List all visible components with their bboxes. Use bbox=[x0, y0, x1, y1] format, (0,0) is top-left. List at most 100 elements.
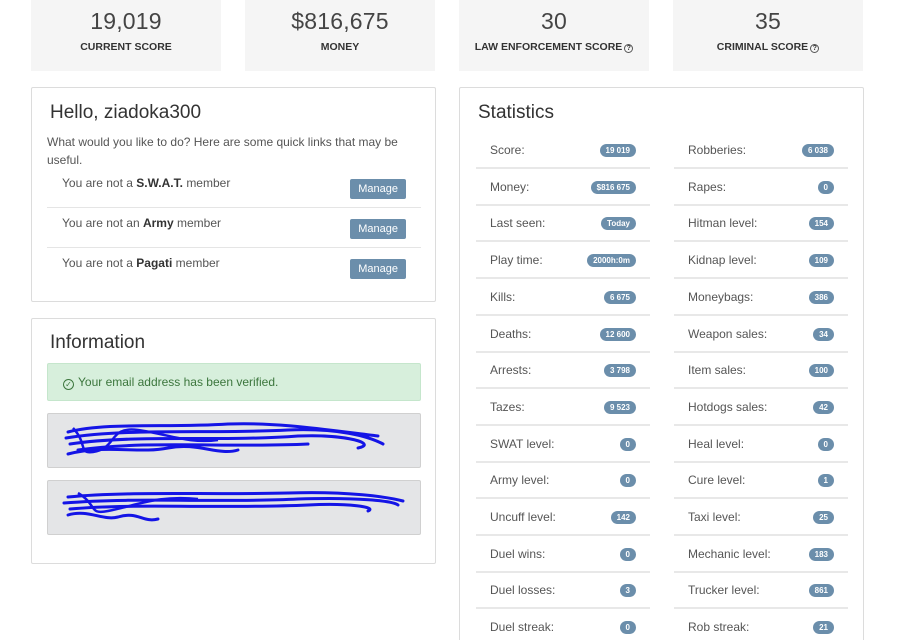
stat-row: Mechanic level: 183 bbox=[674, 536, 848, 573]
stat-row-badge: 3 798 bbox=[603, 364, 636, 378]
stat-row: Rob streak: 21 bbox=[674, 609, 848, 640]
stat-row-badge: 34 bbox=[813, 327, 834, 341]
stat-row-badge: 1 bbox=[817, 474, 834, 488]
membership-row-swat: You are not a S.W.A.T. member Manage bbox=[47, 168, 421, 208]
manage-army-button[interactable]: Manage bbox=[350, 219, 406, 239]
stat-row-label: Item sales: bbox=[688, 363, 747, 378]
hello-panel: Hello, ziadoka300 What would you like to… bbox=[31, 87, 436, 302]
stat-row: Cure level: 1 bbox=[674, 462, 848, 500]
membership-prefix: You are not a bbox=[62, 176, 133, 190]
manage-pagati-button[interactable]: Manage bbox=[350, 259, 406, 279]
stat-row: Tazes: 9 523 bbox=[476, 389, 650, 426]
information-title: Information bbox=[50, 332, 146, 353]
stat-row-badge: 0 bbox=[817, 437, 834, 451]
stat-row: Uncuff level: 142 bbox=[476, 499, 650, 536]
stat-row-label: Moneybags: bbox=[688, 289, 754, 304]
stat-row-label: Army level: bbox=[490, 473, 550, 488]
stat-row: Arrests: 3 798 bbox=[476, 352, 650, 390]
stat-label-row: CRIMINAL SCORE? bbox=[673, 41, 863, 53]
membership-group: Army bbox=[142, 216, 174, 230]
stat-card-law-enforcement-score: 30 LAW ENFORCEMENT SCORE? bbox=[459, 0, 649, 71]
manage-swat-button[interactable]: Manage bbox=[350, 179, 406, 199]
stat-row-badge: 0 bbox=[619, 621, 636, 635]
stat-row-badge: 142 bbox=[610, 511, 636, 524]
stat-row-badge: 9 523 bbox=[603, 400, 636, 414]
stat-label: LAW ENFORCEMENT SCORE bbox=[474, 41, 623, 53]
statistics-title: Statistics bbox=[478, 102, 555, 123]
membership-prefix: You are not a bbox=[62, 256, 133, 270]
stat-row-badge: 861 bbox=[808, 584, 834, 598]
stat-row-label: Mechanic level: bbox=[688, 546, 771, 561]
stat-row-badge: 42 bbox=[813, 400, 834, 414]
stat-row-badge: 3 bbox=[619, 584, 636, 598]
stat-row-label: Trucker level: bbox=[688, 583, 760, 598]
hello-intro: What would you like to do? Here are some… bbox=[47, 135, 398, 167]
stat-row-badge: 386 bbox=[808, 290, 834, 304]
help-icon[interactable]: ? bbox=[624, 44, 634, 53]
membership-text: You are not an Army member bbox=[62, 216, 221, 230]
stat-row: Taxi level: 25 bbox=[674, 499, 848, 536]
stat-row-label: Duel wins: bbox=[490, 546, 546, 561]
statistics-panel: Statistics Score: 19 019 Money: $816 675 Las… bbox=[459, 87, 864, 640]
stat-row: Kidnap level: 109 bbox=[674, 242, 848, 280]
help-icon[interactable]: ? bbox=[810, 44, 820, 53]
stat-row: Play time: 2000h:0m bbox=[476, 242, 650, 280]
stat-row-label: Uncuff level: bbox=[490, 510, 556, 524]
stat-row-label: Tazes: bbox=[490, 399, 525, 414]
scribble-redaction bbox=[64, 422, 385, 456]
stat-row-badge: Today bbox=[601, 217, 636, 231]
stat-row-label: Rob streak: bbox=[688, 620, 750, 635]
stat-row-label: Hitman level: bbox=[688, 216, 758, 231]
stat-row-label: Rapes: bbox=[688, 179, 727, 194]
stat-row-label: Duel losses: bbox=[490, 583, 556, 598]
membership-group: S.W.A.T. bbox=[136, 176, 183, 190]
stat-row-badge: 19 019 bbox=[599, 144, 636, 157]
membership-text: You are not a S.W.A.T. member bbox=[62, 176, 230, 190]
stat-label: CURRENT SCORE bbox=[80, 41, 172, 53]
stat-row: Heal level: 0 bbox=[674, 426, 848, 463]
scribble-redaction bbox=[62, 491, 405, 522]
membership-prefix: You are not an bbox=[62, 216, 140, 230]
stat-row-label: Kidnap level: bbox=[688, 253, 757, 268]
stat-row: Deaths: 12 600 bbox=[476, 316, 650, 353]
email-verified-alert: ✓ Your email address has been verified. bbox=[47, 363, 421, 401]
stat-row-badge: 6 675 bbox=[603, 290, 636, 304]
stat-row-label: Duel streak: bbox=[490, 620, 555, 635]
stat-row-label: Taxi level: bbox=[688, 510, 741, 524]
stat-card-money: $816,675 MONEY bbox=[245, 0, 435, 71]
stat-label: CRIMINAL SCORE bbox=[716, 41, 809, 53]
stat-row: Hitman level: 154 bbox=[674, 205, 848, 243]
stat-row-badge: 0 bbox=[619, 474, 636, 488]
stat-row-label: SWAT level: bbox=[490, 436, 555, 451]
stat-label-row: LAW ENFORCEMENT SCORE? bbox=[459, 41, 649, 53]
stat-row-badge: 0 bbox=[619, 437, 636, 451]
membership-suffix: member bbox=[186, 176, 231, 190]
stat-row-label: Arrests: bbox=[490, 363, 532, 378]
stat-row-badge: 100 bbox=[808, 364, 834, 378]
stat-row-badge: 0 bbox=[619, 547, 636, 561]
stat-row: Moneybags: 386 bbox=[674, 279, 848, 316]
stat-row: Duel wins: 0 bbox=[476, 536, 650, 573]
stat-row-badge: 0 bbox=[817, 180, 834, 194]
stat-value: 19,019 bbox=[90, 8, 162, 34]
stat-row-label: Play time: bbox=[490, 253, 543, 268]
stat-value: $816,675 bbox=[291, 8, 389, 34]
stat-row-label: Deaths: bbox=[490, 326, 532, 341]
stat-row-label: Last seen: bbox=[490, 216, 546, 231]
membership-suffix: member bbox=[177, 216, 222, 230]
redacted-info-box bbox=[47, 480, 421, 535]
stat-row-label: Score: bbox=[490, 143, 525, 157]
stat-row-label: Weapon sales: bbox=[688, 326, 768, 341]
stat-row-label: Heal level: bbox=[688, 436, 745, 451]
stat-row-badge: 109 bbox=[808, 254, 834, 268]
membership-row-pagati: You are not a Pagati member Manage bbox=[47, 248, 421, 288]
alert-text: Your email address has been verified. bbox=[78, 375, 279, 389]
stat-row: Kills: 6 675 bbox=[476, 279, 650, 316]
stat-row: Hotdogs sales: 42 bbox=[674, 389, 848, 426]
stat-row-badge: 12 600 bbox=[599, 327, 636, 341]
membership-suffix: member bbox=[175, 256, 220, 270]
stat-row-badge: 154 bbox=[808, 217, 834, 231]
stat-row: Duel losses: 3 bbox=[476, 572, 650, 610]
stat-row-label: Cure level: bbox=[688, 473, 746, 488]
stat-row: SWAT level: 0 bbox=[476, 426, 650, 463]
